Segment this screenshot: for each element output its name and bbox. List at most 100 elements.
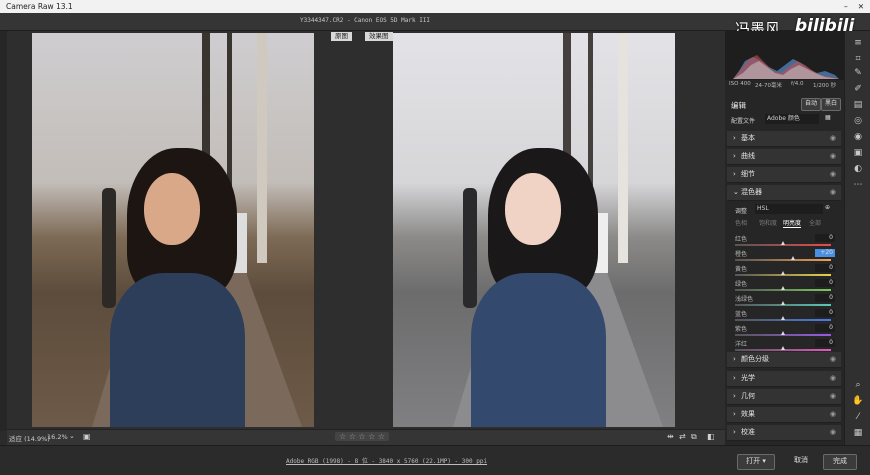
- copy-settings-icon[interactable]: ⧉: [691, 432, 697, 442]
- status-bar: Adobe RGB (1998) - 8 位 - 3840 x 5760 (22…: [0, 445, 870, 475]
- chevron-right-icon: ›: [733, 170, 736, 178]
- slider-value[interactable]: 0: [815, 324, 835, 332]
- rating-stars[interactable]: ☆ ☆ ☆ ☆ ☆: [335, 432, 390, 441]
- slider-thumb[interactable]: [781, 241, 785, 245]
- zoom-fit[interactable]: 适应 (14.9%): [9, 433, 50, 443]
- slider-value[interactable]: 0: [815, 234, 835, 242]
- walking-man: [102, 188, 116, 308]
- slider-thumb[interactable]: [781, 331, 785, 335]
- window-controls: – ✕: [844, 0, 864, 13]
- eye-icon[interactable]: ◉: [830, 389, 836, 404]
- hand-icon[interactable]: ✋: [852, 395, 864, 407]
- compare-mode-icon[interactable]: ⇹: [667, 432, 674, 441]
- redeye-icon[interactable]: ◉: [852, 131, 864, 143]
- edit-icon[interactable]: ≡: [852, 37, 864, 49]
- close-icon[interactable]: ✕: [858, 0, 864, 13]
- chevron-right-icon: ›: [733, 152, 736, 160]
- before-image: [32, 33, 314, 427]
- section-bottom-4[interactable]: › 校准 ◉: [727, 425, 841, 441]
- more-icon[interactable]: ⋯: [852, 179, 864, 191]
- slider-row: 绿色 0: [735, 279, 835, 292]
- screen-mode-icon[interactable]: ▣: [83, 432, 91, 441]
- slider-row: 紫色 0: [735, 324, 835, 337]
- profile-row: 配置文件 Adobe 颜色 ▦: [731, 114, 831, 125]
- eye-icon[interactable]: ◉: [830, 185, 836, 200]
- image-canvas[interactable]: 原图 效果图: [7, 31, 725, 429]
- section-2[interactable]: › 细节 ◉: [727, 167, 841, 183]
- eye-icon[interactable]: ◉: [830, 371, 836, 386]
- minimize-icon[interactable]: –: [844, 0, 848, 13]
- cancel-button[interactable]: 取消: [787, 454, 815, 468]
- workflow-options-link[interactable]: Adobe RGB (1998) - 8 位 - 3840 x 5760 (22…: [286, 456, 487, 465]
- edit-panel: ISO 400 24-70毫米 f/4.0 1/200 秒 编辑 自动 黑白 配…: [725, 31, 844, 445]
- slider-thumb[interactable]: [790, 256, 795, 260]
- tab-1[interactable]: 饱和度: [759, 218, 777, 227]
- slider-value[interactable]: 0: [815, 264, 835, 272]
- histogram-graph: [733, 55, 839, 79]
- chevron-right-icon: ›: [733, 392, 736, 400]
- eye-icon[interactable]: ◉: [830, 131, 836, 146]
- chevron-right-icon: ›: [733, 355, 736, 363]
- slider-thumb[interactable]: [781, 301, 785, 305]
- slider-row: 黄色 0: [735, 264, 835, 277]
- section-0[interactable]: › 基本 ◉: [727, 131, 841, 147]
- slider-thumb[interactable]: [781, 286, 785, 290]
- profile-browser-icon[interactable]: ▦: [825, 114, 831, 121]
- eye-icon[interactable]: ◉: [830, 149, 836, 164]
- eyedropper-icon[interactable]: ⁄: [852, 411, 864, 423]
- auto-button[interactable]: 自动: [801, 98, 821, 111]
- chevron-right-icon: ›: [733, 134, 736, 142]
- brush-icon[interactable]: ✐: [852, 83, 864, 95]
- bw-button[interactable]: 黑白: [821, 98, 841, 111]
- histogram: [725, 31, 844, 80]
- eye-icon[interactable]: ◉: [830, 352, 836, 367]
- slider-thumb[interactable]: [781, 346, 785, 350]
- slider-thumb[interactable]: [781, 316, 785, 320]
- tab-2[interactable]: 明亮度: [783, 218, 802, 228]
- slider-row: 浅绿色 0: [735, 294, 835, 307]
- target-adjust-icon[interactable]: ⊕: [825, 204, 830, 211]
- zoom-value[interactable]: 16.2%: [47, 433, 68, 441]
- walking-man: [463, 188, 477, 308]
- edit-title: 编辑: [731, 101, 746, 110]
- open-button[interactable]: 打开 ▾: [737, 454, 775, 470]
- eye-icon[interactable]: ◉: [830, 425, 836, 440]
- done-button[interactable]: 完成: [823, 454, 857, 470]
- slider-value[interactable]: 0: [815, 294, 835, 302]
- radial-icon[interactable]: ◎: [852, 115, 864, 127]
- eye-icon[interactable]: ◉: [830, 167, 836, 182]
- grid-icon[interactable]: ▦: [852, 427, 864, 439]
- chevron-right-icon: ›: [733, 410, 736, 418]
- slider-thumb[interactable]: [781, 271, 785, 275]
- section-bottom-2[interactable]: › 几何 ◉: [727, 389, 841, 405]
- after-label: 效果图: [365, 32, 393, 41]
- slider-value[interactable]: +20: [815, 249, 835, 257]
- tab-0[interactable]: 色相: [735, 218, 747, 227]
- slider-track[interactable]: [735, 259, 831, 261]
- zoom-icon[interactable]: ⌕: [852, 379, 864, 391]
- eye-icon[interactable]: ◉: [830, 407, 836, 422]
- face-shape: [144, 173, 200, 245]
- section-bottom-0[interactable]: › 颜色分级 ◉: [727, 352, 841, 368]
- heal-icon[interactable]: ✎: [852, 67, 864, 79]
- section-color-mixer[interactable]: ⌄ 混色器 ◉: [727, 185, 841, 201]
- slider-value[interactable]: 0: [815, 279, 835, 287]
- split-divider: [363, 31, 392, 429]
- section-1[interactable]: › 曲线 ◉: [727, 149, 841, 165]
- presets-icon[interactable]: ◐: [852, 163, 864, 175]
- snapshots-icon[interactable]: ▣: [852, 147, 864, 159]
- toggle-view-icon[interactable]: ◧: [707, 432, 715, 441]
- adjust-dropdown[interactable]: HSL: [755, 204, 823, 214]
- slider-row: 蓝色 0: [735, 309, 835, 322]
- slider-value[interactable]: 0: [815, 339, 835, 347]
- crop-icon[interactable]: ⌗: [852, 53, 864, 65]
- section-bottom-3[interactable]: › 效果 ◉: [727, 407, 841, 423]
- swap-icon[interactable]: ⇄: [679, 432, 686, 441]
- profile-dropdown[interactable]: Adobe 颜色: [765, 114, 819, 124]
- slider-value[interactable]: 0: [815, 309, 835, 317]
- canvas-toolbar: 适应 (14.9%) 16.2% ⌄ ▣ ☆ ☆ ☆ ☆ ☆ ⇹ ⇄ ⧉ ◧: [7, 429, 725, 445]
- zoom-dropdown-icon[interactable]: ⌄: [69, 432, 75, 440]
- gradient-icon[interactable]: ▤: [852, 99, 864, 111]
- tab-3[interactable]: 全部: [809, 218, 821, 227]
- section-bottom-1[interactable]: › 光学 ◉: [727, 371, 841, 387]
